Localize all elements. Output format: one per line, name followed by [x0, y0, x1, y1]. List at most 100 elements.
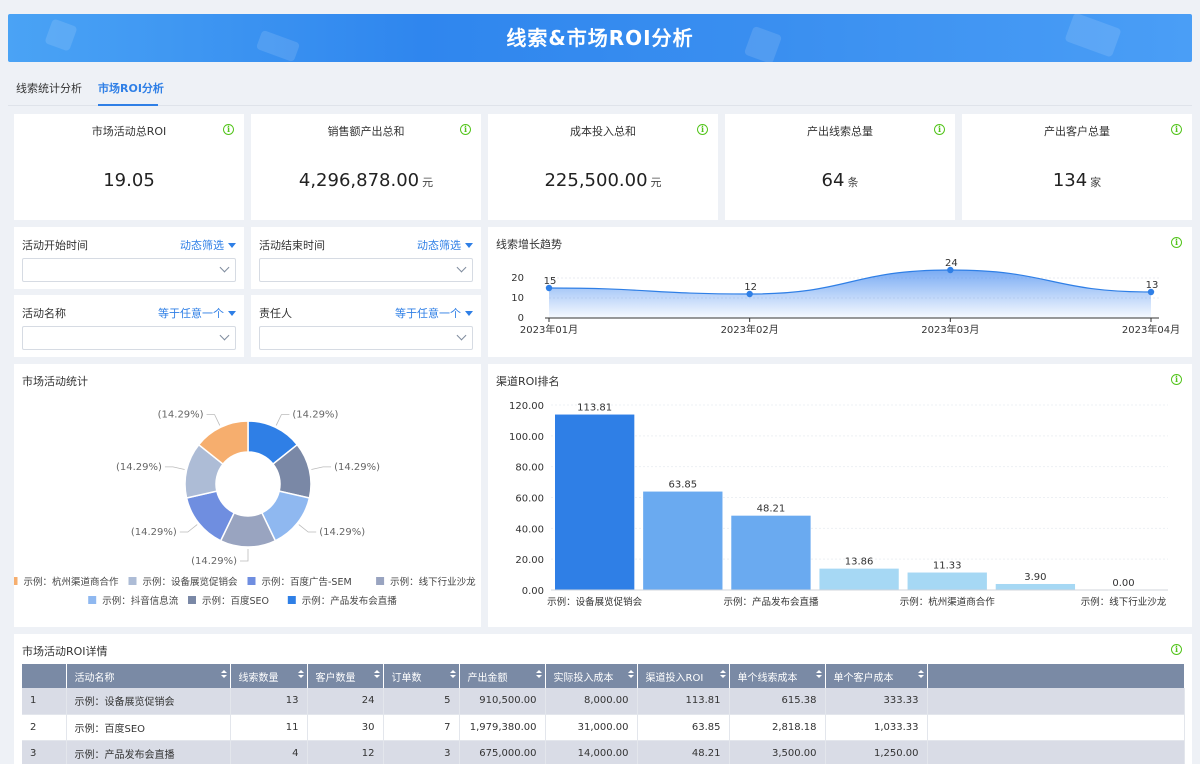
legend-swatch [88, 596, 97, 604]
kpi-number: 225,500.00 [544, 170, 648, 191]
info-icon[interactable]: i [223, 124, 234, 135]
slice-label: (14.29%) [191, 556, 237, 567]
lead-trend-chart: 0 10 20 2023年01月 2023年02月 2023年03月 2023年04月 15 1… [511, 258, 1180, 336]
y-tick-label: 10 [511, 293, 524, 304]
table-cell: 示例：设备展览促销会 [66, 688, 231, 715]
filter-select[interactable] [259, 326, 473, 350]
info-icon[interactable]: i [1171, 644, 1182, 655]
legend-swatch [287, 596, 296, 604]
y-tick-label: 60.00 [515, 494, 544, 505]
activity-pie-chart: (14.29%) (14.29%) (14.29%) (14.29%) (14.29%)… [14, 410, 476, 607]
kpi-value: 225,500.00 元 [488, 170, 718, 191]
kpi-number: 19.05 [103, 170, 155, 191]
filter-mode-dropdown[interactable]: 等于任意一个 [158, 305, 236, 321]
legend-item[interactable]: 示例：杭州渠道商合作 [24, 576, 120, 588]
kpi-value: 4,296,878.00 元 [251, 170, 481, 191]
bar-value-label: 48.21 [757, 504, 786, 515]
kpi-card-cost-input: 成本投入总和 i 225,500.00 元 [488, 114, 718, 220]
slice-label: (14.29%) [158, 410, 204, 421]
table-row[interactable]: 1 示例：设备展览促销会 13 24 5 910,500.00 8,000.00 113.81… [22, 688, 1185, 715]
filter-select[interactable] [259, 258, 473, 282]
tab-market-roi[interactable]: 市场ROI分析 [98, 80, 164, 96]
bar[interactable] [819, 568, 899, 590]
column-header[interactable]: 活动名称 [66, 664, 231, 688]
filter-select[interactable] [22, 258, 236, 282]
kpi-label: 产出线索总量 [807, 125, 873, 138]
y-tick-label: 120.00 [509, 401, 544, 412]
bar[interactable] [907, 572, 987, 590]
filter-mode-dropdown[interactable]: 动态筛选 [417, 237, 473, 253]
bar-value-label: 113.81 [577, 403, 612, 414]
x-tick-label: 2023年01月 [520, 323, 578, 336]
table-cell: 2,818.18 [729, 714, 826, 741]
filter-mode-dropdown[interactable]: 等于任意一个 [395, 305, 473, 321]
table-row[interactable]: 2 示例：百度SEO 11 30 7 1,979,380.00 31,000.00 63.85… [22, 714, 1185, 741]
slice-label: (14.29%) [319, 527, 365, 538]
column-header[interactable]: 单个线索成本 [729, 664, 826, 688]
legend-item[interactable]: 示例：抖音信息流 [102, 595, 179, 607]
column-header[interactable]: 产出金额 [459, 664, 546, 688]
filter-mode-label: 动态筛选 [180, 239, 224, 252]
info-icon[interactable]: i [934, 124, 945, 135]
filter-activity-end: 活动结束时间 动态筛选 [251, 227, 481, 289]
filter-mode-dropdown[interactable]: 动态筛选 [180, 237, 236, 253]
leader-line [179, 524, 198, 533]
legend-item[interactable]: 示例：产品发布会直播 [302, 595, 398, 607]
leader-line [275, 414, 290, 426]
legend-swatch [247, 577, 256, 585]
column-header[interactable]: 订单数 [383, 664, 460, 688]
slice-label: (14.29%) [131, 527, 177, 538]
tab-lead-stats[interactable]: 线索统计分析 [16, 80, 82, 96]
slice-label: (14.29%) [116, 462, 162, 473]
table-cell: 5 [383, 688, 460, 715]
kpi-unit: 元 [422, 176, 434, 189]
column-header-index [22, 664, 67, 688]
table-cell: 示例：百度SEO [66, 714, 231, 741]
x-tick-label: 示例：杭州渠道商合作 [900, 596, 996, 608]
chevron-down-icon [219, 262, 230, 273]
legend-item[interactable]: 示例：百度广告-SEM [262, 576, 352, 588]
kpi-value: 64 条 [725, 170, 955, 191]
table-cell: 12 [307, 740, 384, 764]
bar[interactable] [643, 491, 723, 590]
legend-item[interactable]: 示例：线下行业沙龙 [390, 576, 476, 588]
table-cell: 13 [230, 688, 308, 715]
table-cell: 910,500.00 [459, 688, 546, 715]
x-tick-label: 示例：线下行业沙龙 [1081, 596, 1167, 608]
column-header[interactable]: 线索数量 [230, 664, 308, 688]
kpi-number: 64 [821, 170, 845, 191]
bar[interactable] [731, 515, 811, 590]
bar-value-label: 3.90 [1024, 572, 1046, 583]
roi-detail-card: 市场活动ROI详情 i 活动名称 线索数量 客户数量 订单数 产出金额 实际投入成本 渠道投… [14, 634, 1192, 764]
column-header[interactable]: 实际投入成本 [545, 664, 638, 688]
channel-roi-card: 渠道ROI排名 i 0.00 20.00 40.00 60.00 80.00 100.00… [488, 364, 1192, 627]
column-header[interactable]: 单个客户成本 [825, 664, 928, 688]
column-header[interactable]: 渠道投入ROI [637, 664, 730, 688]
filter-select[interactable] [22, 326, 236, 350]
table-row[interactable]: 3 示例：产品发布会直播 4 12 3 675,000.00 14,000.00 48.21 3… [22, 740, 1185, 764]
data-label: 13 [1146, 280, 1159, 291]
info-icon[interactable]: i [697, 124, 708, 135]
legend-item[interactable]: 示例：设备展览促销会 [143, 576, 239, 588]
bar[interactable] [995, 583, 1076, 590]
kpi-label: 销售额产出总和 [327, 125, 405, 138]
chevron-down-icon [456, 330, 467, 341]
bar[interactable] [555, 414, 635, 590]
info-icon[interactable]: i [460, 124, 471, 135]
column-header[interactable]: 客户数量 [307, 664, 384, 688]
kpi-unit: 条 [847, 176, 859, 189]
kpi-card-sales-output: 销售额产出总和 i 4,296,878.00 元 [251, 114, 481, 220]
bar-value-label: 63.85 [668, 480, 697, 491]
leader-line [240, 549, 249, 562]
channel-roi-bar-chart: 0.00 20.00 40.00 60.00 80.00 100.00 120.00 113.… [509, 401, 1168, 608]
x-tick-label: 2023年03月 [921, 323, 979, 336]
chevron-down-icon [456, 262, 467, 273]
info-icon[interactable]: i [1171, 124, 1182, 135]
leader-line [311, 466, 332, 470]
table-cell: 1,033.33 [825, 714, 928, 741]
table-cell: 1 [22, 688, 67, 715]
legend-item[interactable]: 示例：百度SEO [202, 595, 269, 607]
legend-swatch [376, 577, 385, 585]
table-cell: 3,500.00 [729, 740, 826, 764]
table-cell: 8,000.00 [545, 688, 638, 715]
